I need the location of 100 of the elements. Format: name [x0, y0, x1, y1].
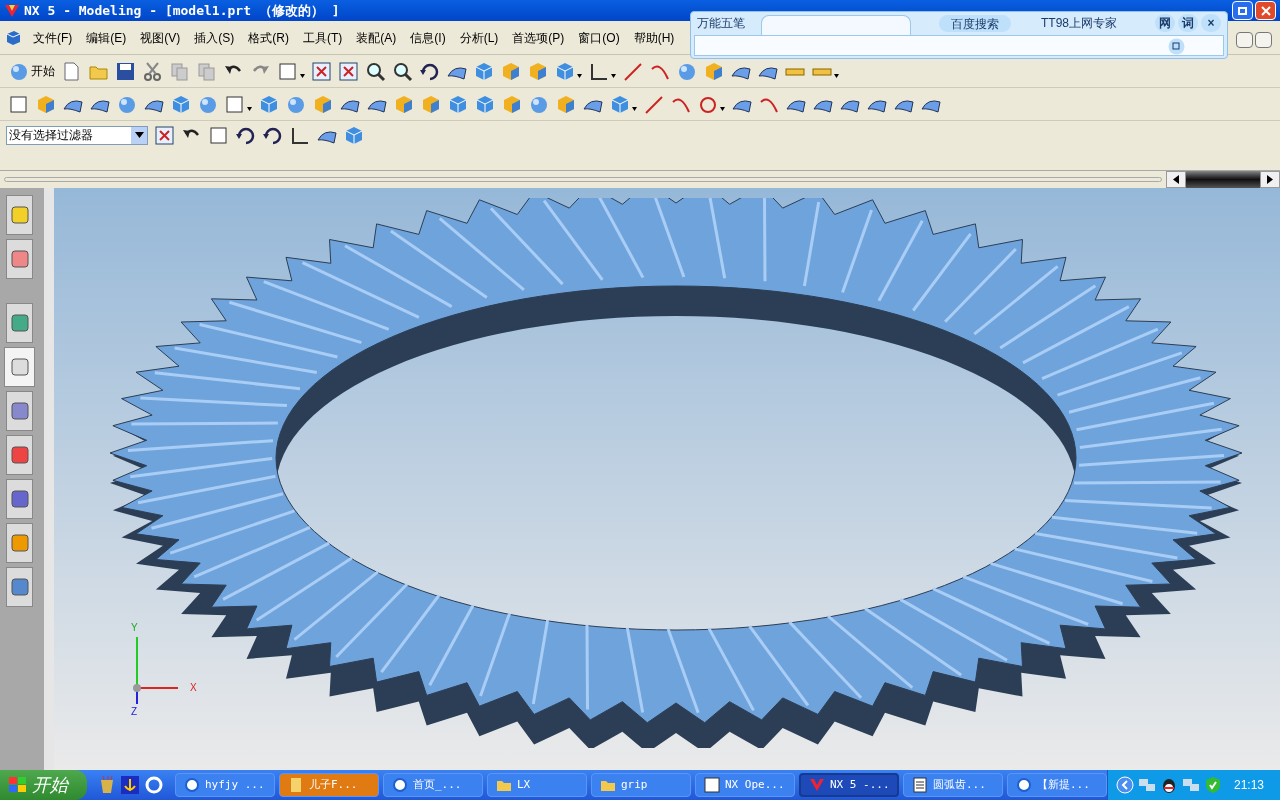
line-icon[interactable]	[643, 93, 664, 115]
resource-tab[interactable]	[6, 435, 33, 475]
resource-tab[interactable]	[6, 303, 33, 343]
block-icon[interactable]	[312, 93, 333, 115]
taskbar-button[interactable]: 首页_...	[382, 773, 483, 797]
restore-button[interactable]	[1232, 1, 1253, 20]
taskbar-button[interactable]: NX Ope...	[694, 773, 795, 797]
resource-tab[interactable]	[6, 479, 33, 519]
taskbar-button[interactable]: LX	[486, 773, 587, 797]
clock: 21:13	[1232, 777, 1265, 794]
menu-item[interactable]: 编辑(E)	[79, 28, 134, 47]
window-title: NX 5 - Modeling - [model1.prt （修改的） ]	[24, 1, 340, 20]
dropdown-arrow-icon	[134, 132, 144, 138]
resource-tab[interactable]	[6, 523, 33, 563]
dropdown-arrow-icon[interactable]	[300, 74, 305, 78]
windows-logo-icon	[8, 776, 28, 794]
dropdown-arrow-icon[interactable]	[720, 107, 725, 111]
menu-item[interactable]: 格式(R)	[241, 28, 296, 47]
dropdown-arrow-icon[interactable]	[632, 107, 637, 111]
menu-item[interactable]: 分析(L)	[452, 28, 506, 47]
resource-tab[interactable]	[6, 195, 33, 235]
block-icon[interactable]	[501, 93, 522, 115]
taskbar-button[interactable]: 圆弧齿...	[902, 773, 1003, 797]
anchor-icon[interactable]	[120, 776, 139, 794]
shield-icon[interactable]	[1203, 776, 1222, 794]
search-button[interactable]: 百度搜索	[939, 14, 1011, 32]
menu-item[interactable]: 帮助(H)	[626, 28, 682, 47]
input-tab-field[interactable]	[761, 14, 911, 35]
notepad-icon	[911, 777, 928, 793]
cube-icon[interactable]	[474, 93, 495, 115]
cup-icon[interactable]	[98, 776, 115, 794]
menu-item[interactable]: 装配(A)	[349, 28, 404, 47]
taskbar-button[interactable]: grip	[590, 773, 691, 797]
right-arrow-icon	[1267, 175, 1273, 184]
menu-item[interactable]: 信息(I)	[403, 28, 453, 47]
block-icon[interactable]	[420, 93, 441, 115]
nx-logo-icon	[4, 2, 20, 19]
cube-icon[interactable]	[258, 93, 279, 115]
fit-view-icon[interactable]	[154, 124, 175, 146]
taskbar-button[interactable]: NX 5 -...	[798, 773, 899, 797]
cube-icon[interactable]	[4, 28, 22, 47]
menu-item[interactable]: 首选项(P)	[505, 28, 572, 47]
browser-icon	[1015, 777, 1032, 793]
browser-icon[interactable]	[144, 776, 163, 794]
start-button[interactable]: 开始	[0, 770, 87, 800]
scroll-thumb[interactable]	[1186, 171, 1260, 188]
dropdown-arrow-icon[interactable]	[577, 74, 582, 78]
dropdown-arrow-icon[interactable]	[247, 107, 252, 111]
fit-view-icon[interactable]	[311, 60, 332, 82]
composition-field[interactable]	[694, 35, 1224, 56]
magnifier-icon[interactable]	[392, 60, 413, 82]
cube-icon[interactable]	[170, 93, 191, 115]
square-icon[interactable]	[8, 93, 29, 115]
resize-icon[interactable]	[1168, 38, 1185, 55]
browser-icon	[391, 777, 408, 793]
expand-tray-icon[interactable]	[1115, 776, 1134, 794]
square-icon[interactable]	[208, 124, 229, 146]
nx-logo-icon	[808, 777, 825, 793]
resource-tab[interactable]	[6, 239, 33, 279]
block-icon[interactable]	[527, 60, 548, 82]
fit-view-icon[interactable]	[338, 60, 359, 82]
start-menu-button[interactable]: 开始	[31, 62, 55, 80]
child-restore-button[interactable]	[1236, 31, 1253, 48]
taskbar-button[interactable]: 【新提...	[1006, 773, 1107, 797]
menu-item[interactable]: 插入(S)	[187, 28, 242, 47]
magnifier-icon[interactable]	[365, 60, 386, 82]
block-icon[interactable]	[555, 93, 576, 115]
dropdown-arrow-icon[interactable]	[611, 74, 616, 78]
left-arrow-icon	[1173, 175, 1179, 184]
input-method-name: 万能五笔	[697, 15, 746, 32]
menu-item[interactable]: 窗口(O)	[571, 28, 627, 47]
line-icon[interactable]	[622, 60, 643, 82]
cube-icon[interactable]	[447, 93, 468, 115]
scroll-left-button[interactable]	[1166, 171, 1186, 188]
block-icon[interactable]	[393, 93, 414, 115]
child-close-button[interactable]	[1255, 31, 1272, 48]
scroll-right-button[interactable]	[1260, 171, 1280, 188]
close-button[interactable]: ×	[1201, 14, 1221, 32]
axis-label: Y	[131, 621, 138, 635]
scissors-icon[interactable]	[142, 60, 163, 82]
binary-file-icon	[703, 777, 720, 793]
close-button[interactable]	[1255, 1, 1276, 20]
menu-item[interactable]: 工具(T)	[296, 28, 350, 47]
cube-icon[interactable]	[473, 60, 494, 82]
browser-icon	[183, 777, 200, 793]
selection-filter-dropdown[interactable]: 没有选择过滤器	[6, 125, 148, 145]
word-button[interactable]: 词	[1178, 14, 1198, 32]
block-icon[interactable]	[703, 60, 724, 82]
menu-item[interactable]: 视图(V)	[133, 28, 188, 47]
menu-item[interactable]: 文件(F)	[26, 28, 80, 47]
block-icon[interactable]	[500, 60, 521, 82]
word-button[interactable]: 网	[1155, 14, 1175, 32]
resource-tab[interactable]	[6, 391, 33, 431]
cube-icon[interactable]	[343, 124, 364, 146]
block-icon[interactable]	[35, 93, 56, 115]
axis-label: Z	[131, 705, 138, 719]
resource-tab[interactable]	[4, 347, 35, 387]
taskbar-button[interactable]: hyfjy ...	[174, 773, 275, 797]
dropdown-arrow-icon[interactable]	[834, 74, 839, 78]
resource-tab[interactable]	[6, 567, 33, 607]
